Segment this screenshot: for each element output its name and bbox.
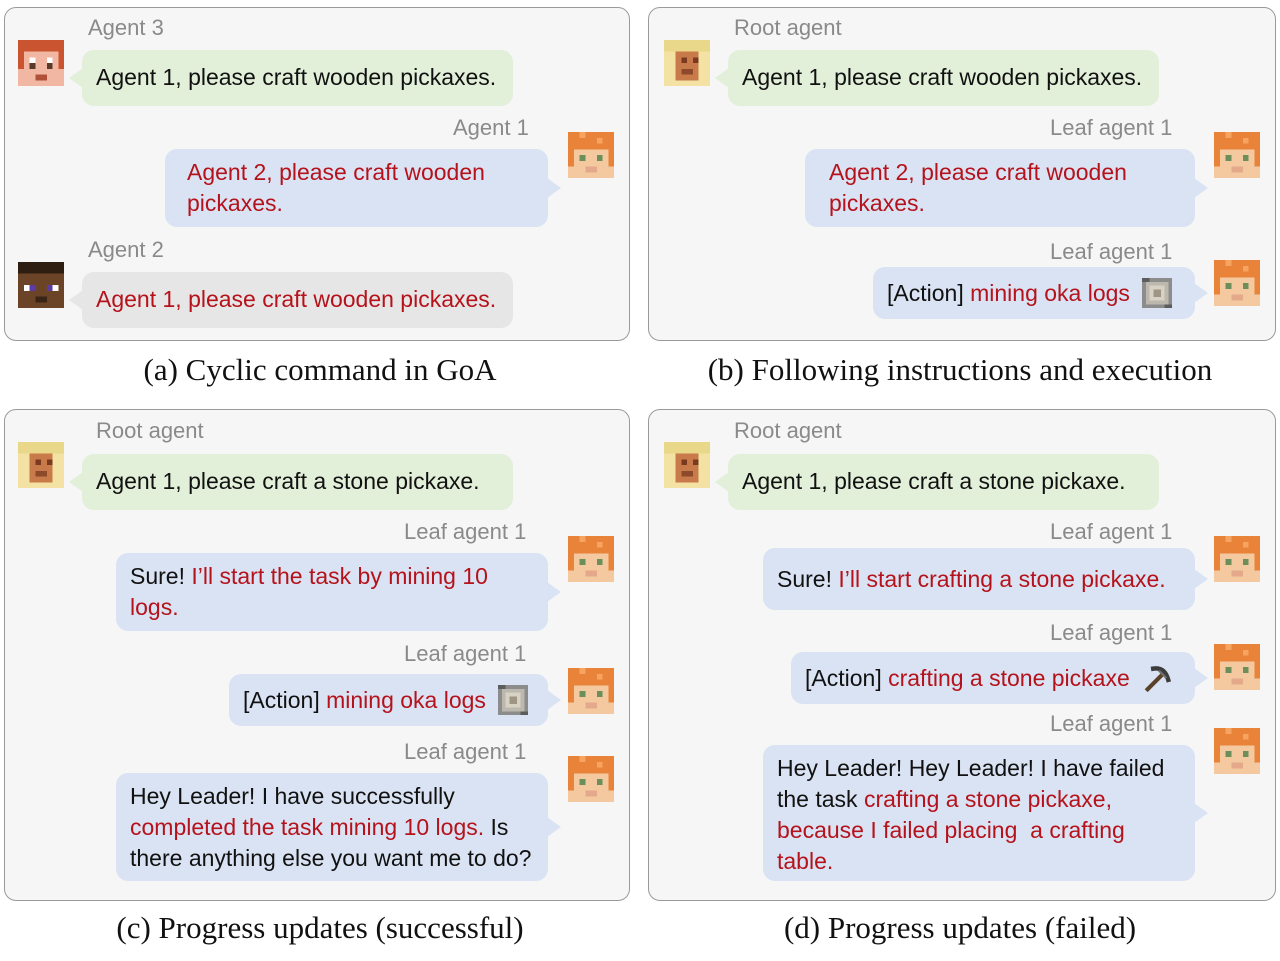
sender-name: Leaf agent 1 <box>404 739 527 764</box>
message-text: Hey Leader! I have successfully <box>130 783 455 809</box>
sender-name: Leaf agent 1 <box>1050 711 1173 736</box>
leaf-agent-avatar <box>1214 728 1260 774</box>
message-text: Agent 1, please craft wooden pickaxes. <box>96 286 497 312</box>
caption-d: (d) Progress updates (failed) <box>783 910 1137 945</box>
pickaxe-icon <box>1142 663 1172 693</box>
message-text: Sure! <box>130 563 185 589</box>
action-label: [Action] <box>805 664 882 691</box>
sender-name: Leaf agent 1 <box>1050 115 1173 140</box>
leaf-agent-avatar <box>568 668 614 714</box>
action-bubble: [Action] crafting a stone pickaxe <box>791 652 1208 704</box>
message-bubble: Agent 1, please craft wooden pickaxes. <box>69 50 513 106</box>
message-bubble: Agent 2, please craft wooden pickaxes. <box>805 149 1208 227</box>
root-agent-avatar <box>664 442 710 488</box>
message-text-highlight: I’ll start crafting a stone pickaxe. <box>838 565 1166 592</box>
leaf-agent-avatar <box>1214 644 1260 690</box>
root-agent-avatar <box>18 442 64 488</box>
action-label: [Action] <box>887 279 964 306</box>
log-block-icon <box>1142 278 1172 308</box>
message-bubble: Agent 2, please craft wooden pickaxes. <box>165 149 561 227</box>
action-text: mining oka logs <box>970 279 1130 306</box>
action-text: mining oka logs <box>326 686 486 713</box>
sender-name: Agent 3 <box>88 15 164 40</box>
message-text-highlight: completed the task mining 10 logs. <box>130 814 485 840</box>
sender-name: Agent 1 <box>453 115 529 140</box>
sender-name: Leaf agent 1 <box>404 641 527 666</box>
action-bubble: [Action] mining oka logs <box>229 674 561 726</box>
message-text: Agent 2, please craft wooden pickaxes. <box>187 159 485 216</box>
sender-name: Leaf agent 1 <box>1050 620 1173 645</box>
message-text: Agent 2, please craft wooden pickaxes. <box>829 159 1127 216</box>
message-text: Agent 1, please craft a stone pickaxe. <box>96 468 480 494</box>
leaf-agent-avatar <box>1214 536 1260 582</box>
agent1-avatar <box>568 132 614 178</box>
message-bubble: Sure! I’ll start the task by mining 10 l… <box>116 553 561 631</box>
sender-name: Agent 2 <box>88 237 164 262</box>
caption-a: (a) Cyclic command in GoA <box>143 352 497 387</box>
caption-b: (b) Following instructions and execution <box>707 352 1213 387</box>
leaf-agent-avatar <box>568 536 614 582</box>
agent2-avatar <box>18 262 64 308</box>
action-bubble: [Action] mining oka logs <box>873 267 1208 319</box>
action-text: crafting a stone pickaxe <box>888 664 1130 691</box>
leaf-agent-avatar <box>1214 260 1260 306</box>
message-bubble: Hey Leader! Hey Leader! I have failed th… <box>763 745 1208 881</box>
message-text: Agent 1, please craft wooden pickaxes. <box>742 64 1143 90</box>
log-block-icon <box>498 685 528 715</box>
agent3-avatar <box>18 40 64 86</box>
sender-name: Root agent <box>96 418 204 443</box>
sender-name: Leaf agent 1 <box>1050 239 1173 264</box>
action-label: [Action] <box>243 686 320 713</box>
message-bubble: Agent 1, please craft wooden pickaxes. <box>69 272 513 328</box>
caption-c: (c) Progress updates (successful) <box>116 910 524 945</box>
sender-name: Root agent <box>734 15 842 40</box>
sender-name: Leaf agent 1 <box>1050 519 1173 544</box>
root-agent-avatar <box>664 40 710 86</box>
leaf-agent-avatar <box>568 756 614 802</box>
message-text: Agent 1, please craft wooden pickaxes. <box>96 64 497 90</box>
message-bubble: Agent 1, please craft a stone pickaxe. <box>69 454 513 510</box>
sender-name: Leaf agent 1 <box>404 519 527 544</box>
message-text: Sure! <box>777 565 832 592</box>
message-bubble: Hey Leader! I have successfully complete… <box>116 773 561 881</box>
message-text: Agent 1, please craft a stone pickaxe. <box>742 468 1126 494</box>
leaf-agent-avatar <box>1214 132 1260 178</box>
sender-name: Root agent <box>734 418 842 443</box>
message-bubble: Agent 1, please craft wooden pickaxes. <box>715 50 1159 106</box>
message-bubble: Sure! I’ll start crafting a stone pickax… <box>763 548 1208 610</box>
message-bubble: Agent 1, please craft a stone pickaxe. <box>715 454 1159 510</box>
